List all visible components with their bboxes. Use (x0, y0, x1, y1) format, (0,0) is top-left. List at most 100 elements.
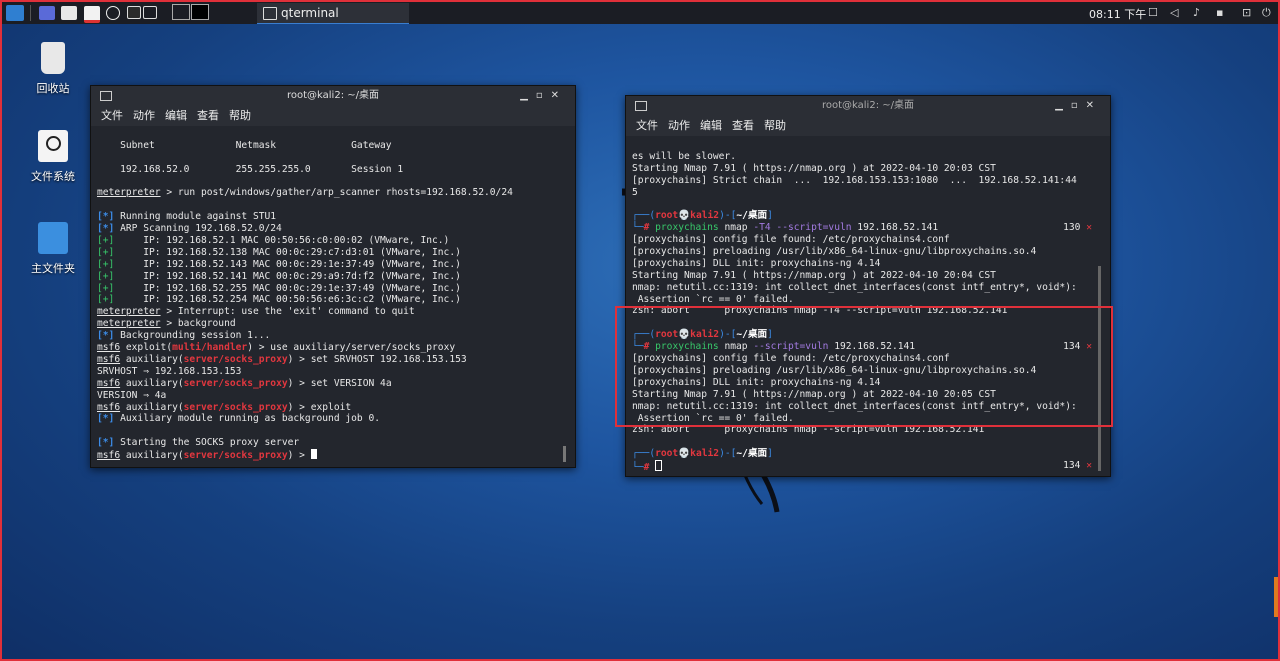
edge-marker (1274, 577, 1278, 617)
workspace-2-icon[interactable] (191, 4, 209, 20)
terminal-line: [+] IP: 192.168.52.141 MAC 00:0c:29:a9:7… (97, 270, 461, 282)
terminal-line: [+] IP: 192.168.52.1 MAC 00:50:56:c0:00:… (97, 235, 450, 247)
text-editor-icon[interactable] (84, 6, 100, 23)
terminal-line: msf6 auxiliary(server/socks_proxy) > (97, 449, 565, 461)
taskbar-item-qterminal[interactable]: qterminal (257, 3, 409, 24)
volume-icon[interactable]: ◁ (1170, 6, 1178, 19)
text-cursor (655, 460, 663, 472)
terminal-line: msf6 exploit(multi/handler) > use auxili… (97, 342, 456, 354)
terminal-line: [+] IP: 192.168.52.143 MAC 00:0c:29:1e:3… (97, 258, 461, 270)
taskbar-label: qterminal (281, 6, 339, 20)
terminal-line: meterpreter > background (97, 318, 236, 330)
terminal-line: Starting Nmap 7.91 ( https://nmap.org ) … (632, 388, 996, 400)
window-title: root@kali2: ~/桌面 (286, 90, 379, 101)
top-panel: qterminal 08:11 下午 ☐ ◁ ♪ ▪ ⊡ ⏻ (2, 2, 1278, 24)
terminal-line: Starting Nmap 7.91 ( https://nmap.org ) … (632, 162, 996, 174)
terminal-line: Assertion `rc == 0' failed. (632, 293, 794, 305)
exit-code: 134 (1063, 460, 1081, 472)
terminal-line: nmap: netutil.cc:1319: int collect_dnet_… (632, 281, 1077, 293)
show-desktop-icon[interactable] (39, 6, 55, 20)
desktop-icon-filesystem[interactable]: 文件系统 (23, 130, 83, 184)
window-titlebar[interactable]: root@kali2: ~/桌面 ▁▫✕ (626, 96, 1110, 116)
window-titlebar[interactable]: root@kali2: ~/桌面 ▁▫✕ (91, 86, 575, 106)
clock[interactable]: 08:11 下午 (1089, 6, 1146, 22)
menu-help[interactable]: 帮助 (764, 116, 786, 136)
terminal-line: [proxychains] preloading /usr/lib/x86_64… (632, 364, 1037, 376)
menu-action[interactable]: 动作 (133, 106, 155, 126)
terminal-output[interactable]: Subnet Netmask Gateway 192.168.52.0 255.… (97, 128, 565, 463)
minimize-icon[interactable]: ▁ (520, 90, 536, 101)
terminal-line: [+] IP: 192.168.52.255 MAC 00:0c:29:1e:3… (97, 282, 461, 294)
menu-edit[interactable]: 编辑 (700, 116, 722, 136)
terminal-line: [proxychains] preloading /usr/lib/x86_64… (632, 246, 1037, 258)
exit-code: 134 (1063, 341, 1081, 353)
desktop-icon-label: 主文件夹 (31, 262, 75, 275)
command-line: └─# proxychains nmap -T4 --script=vuln 1… (632, 222, 1092, 234)
text-cursor (310, 449, 317, 460)
workspace-1-icon[interactable] (172, 4, 190, 20)
terminal-line: SRVHOST ⇒ 192.168.153.153 (97, 365, 242, 377)
menu-file[interactable]: 文件 (636, 116, 658, 136)
terminal-line: 5 (632, 186, 638, 198)
menu-edit[interactable]: 编辑 (165, 106, 187, 126)
menu-action[interactable]: 动作 (668, 116, 690, 136)
terminal-line: [proxychains] config file found: /etc/pr… (632, 353, 950, 365)
trash-icon (41, 42, 65, 74)
kali-menu-icon[interactable] (6, 5, 24, 21)
menu-view[interactable]: 查看 (197, 106, 219, 126)
terminal-output[interactable]: es will be slower. Starting Nmap 7.91 ( h… (632, 139, 1100, 472)
power-icon[interactable]: ▪ (1216, 6, 1223, 19)
web-browser-icon[interactable] (106, 6, 120, 20)
error-x-icon: ✕ (1086, 341, 1092, 353)
close-icon[interactable]: ✕ (551, 90, 567, 101)
terminal-window-left[interactable]: root@kali2: ~/桌面 ▁▫✕ 文件 动作 编辑 查看 帮助 Subnet N… (90, 85, 576, 468)
terminal-launcher-icon[interactable] (127, 6, 141, 19)
error-x-icon: ✕ (1086, 222, 1092, 234)
logout-icon[interactable]: ⏻ (1262, 6, 1271, 20)
terminal-window-right[interactable]: root@kali2: ~/桌面 ▁▫✕ 文件 动作 编辑 查看 帮助 es will … (625, 95, 1111, 477)
prompt-line: ┌──(root💀kali2)-[~/桌面] (632, 329, 773, 341)
command-line: └─# proxychains nmap --script=vuln 192.1… (632, 341, 1092, 353)
terminal-line: zsh: abort proxychains nmap --script=vul… (632, 424, 985, 436)
close-icon[interactable]: ✕ (1086, 100, 1102, 111)
terminal-line: [proxychains] DLL init: proxychains-ng 4… (632, 376, 881, 388)
desktop-icon-home[interactable]: 主文件夹 (23, 222, 83, 276)
scrollbar-thumb[interactable] (563, 446, 566, 462)
file-manager-icon[interactable] (61, 6, 77, 20)
window-list-icon[interactable]: ☐ (1148, 6, 1158, 19)
terminal-line: VERSION ⇒ 4a (97, 389, 167, 401)
drive-icon (38, 130, 68, 162)
minimize-icon[interactable]: ▁ (1055, 100, 1071, 111)
window-controls[interactable]: ▁▫✕ (1055, 96, 1102, 116)
terminal-line: meterpreter > run post/windows/gather/ar… (97, 187, 513, 199)
desktop-icon-label: 回收站 (36, 82, 70, 95)
terminal-line: Starting Nmap 7.91 ( https://nmap.org ) … (632, 269, 996, 281)
notification-icon[interactable]: ♪ (1193, 6, 1200, 19)
terminal-line: [proxychains] Strict chain ... 192.168.1… (632, 174, 1077, 186)
qterminal-icon (263, 7, 277, 20)
terminal-line: [proxychains] DLL init: proxychains-ng 4… (632, 257, 881, 269)
menu-bar: 文件 动作 编辑 查看 帮助 (626, 116, 1110, 136)
terminal-line: [*] ARP Scanning 192.168.52.0/24 (97, 223, 282, 235)
error-x-icon: ✕ (1086, 460, 1092, 472)
menu-view[interactable]: 查看 (732, 116, 754, 136)
maximize-icon[interactable]: ▫ (1071, 100, 1086, 111)
terminal-line: 192.168.52.0 255.255.255.0 Session 1 (97, 163, 404, 175)
maximize-icon[interactable]: ▫ (536, 90, 551, 101)
desktop-icon-trash[interactable]: 回收站 (23, 42, 83, 96)
menu-file[interactable]: 文件 (101, 106, 123, 126)
terminal-menu-icon[interactable] (143, 6, 157, 19)
menu-help[interactable]: 帮助 (229, 106, 251, 126)
scrollbar-thumb[interactable] (1098, 266, 1101, 471)
terminal-line: zsh: abort proxychains nmap -T4 --script… (632, 305, 1008, 317)
terminal-line: msf6 auxiliary(server/socks_proxy) > exp… (97, 401, 352, 413)
terminal-line: [*] Backgrounding session 1... (97, 330, 271, 342)
window-controls[interactable]: ▁▫✕ (520, 86, 567, 106)
lock-icon[interactable]: ⊡ (1242, 6, 1251, 19)
